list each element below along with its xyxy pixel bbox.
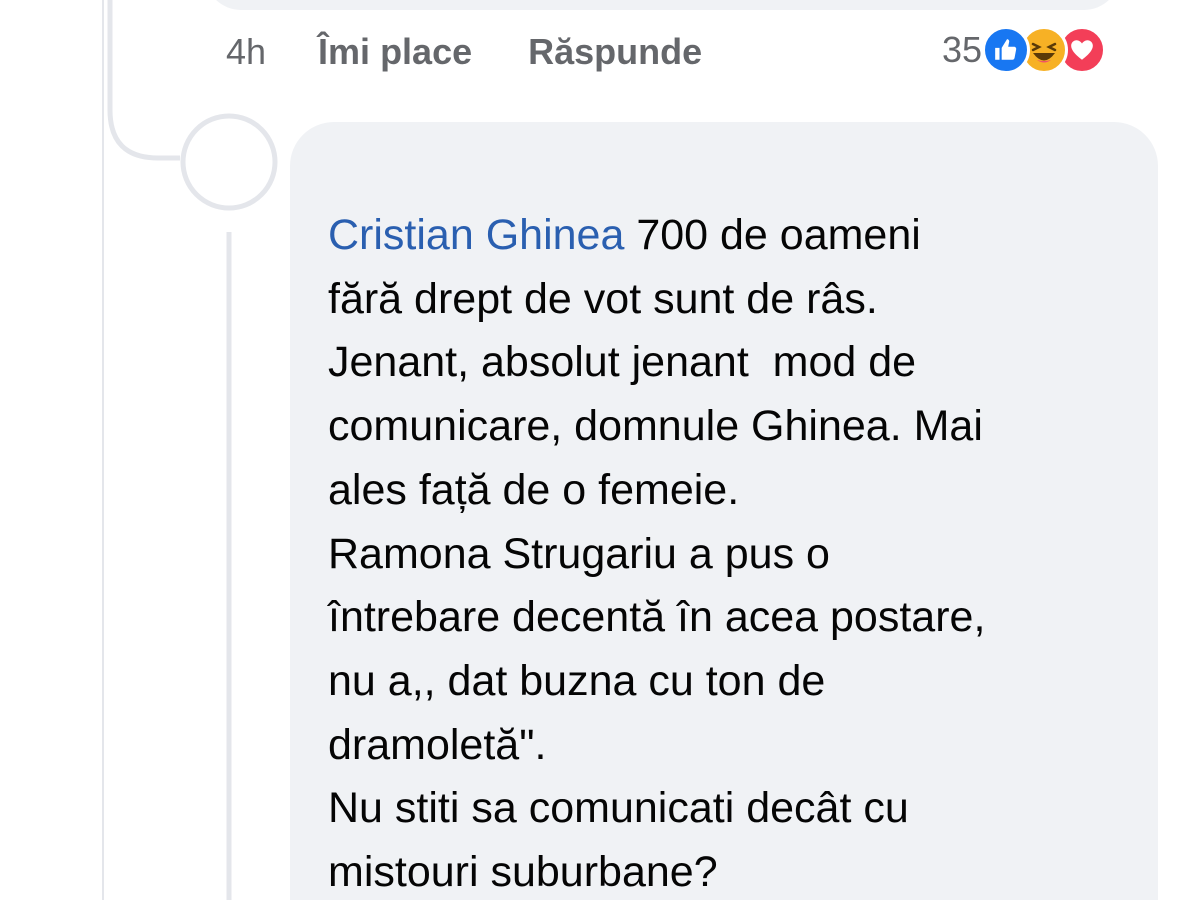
- comment-thread: 4h Îmi place Răspunde 35 Cristian Ghinea: [0, 0, 1200, 900]
- reply-text-line: ales față de o femeie.: [328, 465, 740, 514]
- previous-comment-bubble: [205, 0, 1120, 10]
- comment-actions: 4h Îmi place Răspunde: [226, 28, 758, 76]
- reply-text-line: 700 de oameni: [624, 211, 921, 259]
- reply-comment-text: Cristian Ghinea 700 de oameni fără drept…: [328, 204, 1128, 900]
- reply-text-line: Nu stiti sa comunicati decât cu: [328, 784, 909, 833]
- thread-connector: [107, 0, 278, 900]
- reaction-summary[interactable]: 35: [942, 24, 1107, 76]
- reply-text-line: comunicare, domnule Ghinea. Mai: [328, 402, 983, 451]
- avatar: [180, 113, 278, 211]
- author-mention[interactable]: Cristian Ghinea: [328, 211, 624, 259]
- reaction-count: 35: [942, 29, 983, 70]
- reply-text-line: întrebare decentă în acea postare,: [328, 593, 986, 642]
- reply-text-line: Ramona Strugariu a pus o: [328, 529, 830, 578]
- comment-timestamp[interactable]: 4h: [226, 31, 266, 73]
- reply-text-line: fără drept de vot sunt de râs.: [328, 274, 878, 323]
- reply-text-line: Jenant, absolut jenant mod de: [328, 338, 917, 387]
- reply-text-line: nu a,, dat buzna cu ton de: [328, 656, 826, 705]
- like-icon: [982, 26, 1031, 74]
- like-button[interactable]: Îmi place: [318, 31, 472, 73]
- reply-text-line: mistouri suburbane?: [328, 848, 718, 897]
- reply-button[interactable]: Răspunde: [528, 31, 702, 73]
- reply-text-line: dramoletă".: [328, 720, 547, 769]
